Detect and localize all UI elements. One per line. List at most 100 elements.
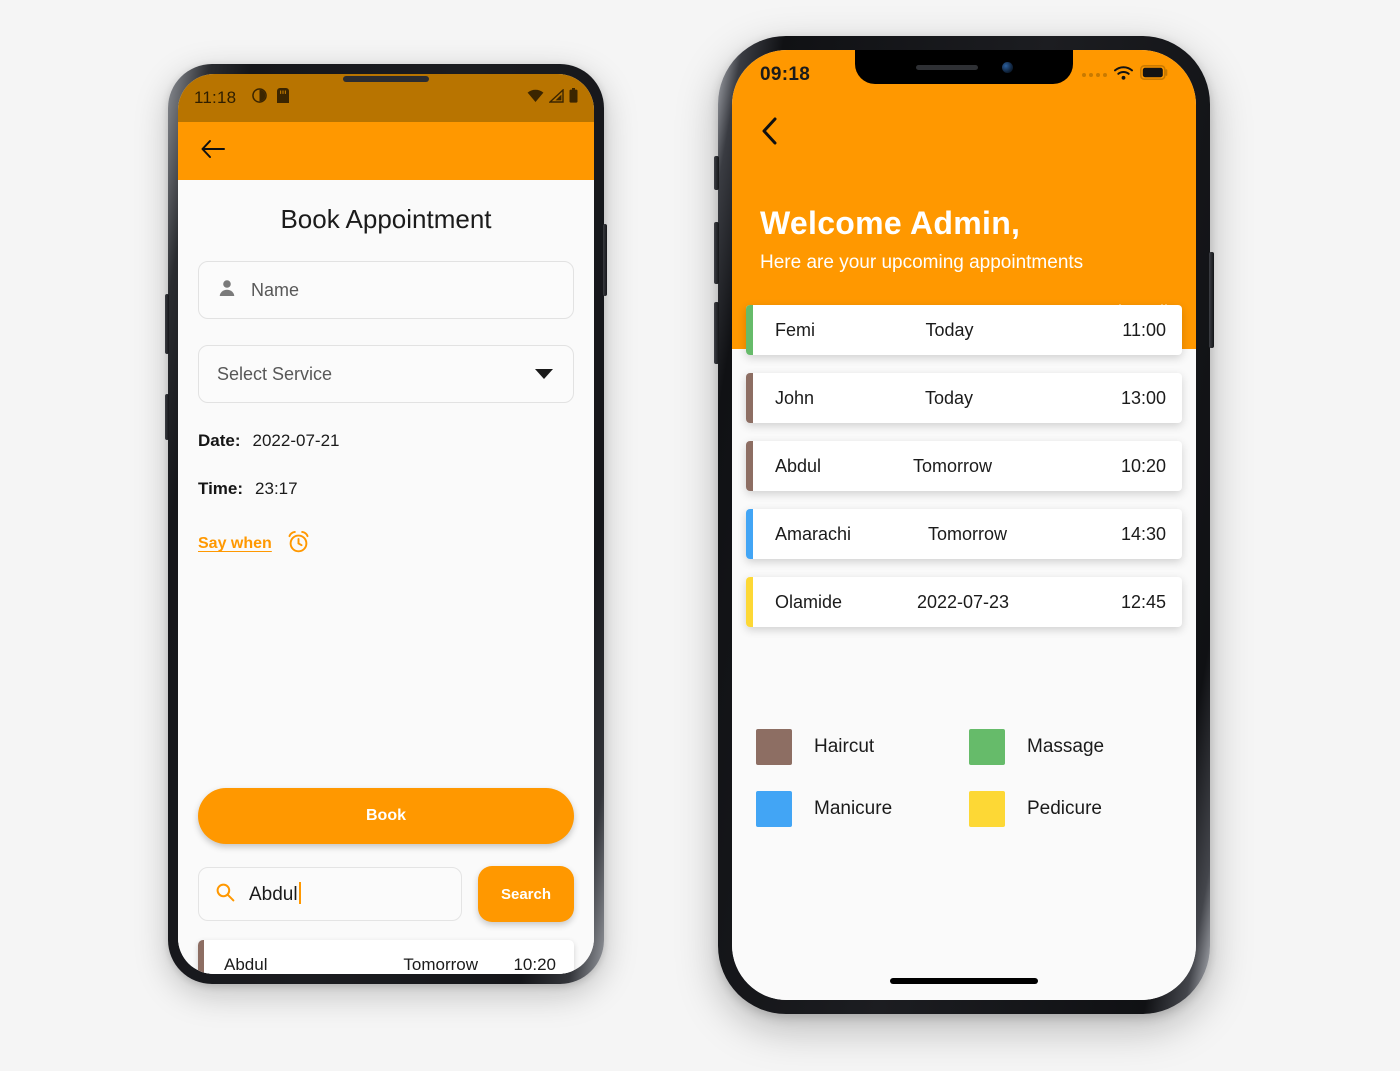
legend-label: Massage	[1027, 736, 1105, 757]
appointment-time: 13:00	[1120, 387, 1166, 408]
legend-label: Manicure	[814, 798, 893, 819]
service-color-bar	[746, 441, 753, 491]
welcome-subtitle: Here are your upcoming appointments	[760, 252, 1084, 273]
page-title: Book Appointment	[280, 204, 492, 234]
legend-item-manicure: Manicure	[756, 791, 959, 827]
search-button[interactable]: Search	[478, 866, 574, 922]
list-item[interactable]: Amarachi Tomorrow 14:30	[746, 509, 1182, 559]
appointment-content: Amarachi Tomorrow 14:30	[753, 509, 1182, 559]
service-color-bar	[746, 577, 753, 627]
android-status-right-icons	[527, 87, 578, 108]
wifi-icon	[527, 89, 544, 108]
wifi-icon	[1114, 65, 1133, 85]
time-label: Time:	[198, 479, 244, 498]
android-phone-mockup: 11:18 Book Appointment Name Select Servi…	[165, 64, 607, 984]
list-item[interactable]: John Today 13:00	[746, 373, 1182, 423]
legend-label: Pedicure	[1027, 798, 1102, 819]
say-when-row[interactable]: Say when	[198, 529, 574, 559]
android-status-left-icons	[252, 88, 290, 108]
iphone-status-right-icons	[1082, 65, 1168, 85]
search-input-value: Abdul	[249, 882, 301, 906]
android-content: Book Appointment Name Select Service Dat…	[178, 180, 594, 974]
battery-icon	[1140, 65, 1168, 85]
time-value: 23:17	[255, 479, 298, 498]
appointments-list: Femi Today 11:00 John Today 13:00 Abdul …	[746, 305, 1182, 645]
list-item[interactable]: Abdul Tomorrow 10:20	[746, 441, 1182, 491]
iphone-volume-down-button[interactable]	[714, 302, 719, 364]
time-row: Time: 23:17	[198, 479, 574, 499]
iphone-silent-switch[interactable]	[714, 156, 719, 190]
legend-swatch	[756, 729, 792, 765]
legend-label: Haircut	[814, 736, 875, 757]
android-screen: 11:18 Book Appointment Name Select Servi…	[178, 74, 594, 974]
say-when-link[interactable]: Say when	[198, 535, 272, 553]
signal-dots-icon	[1082, 73, 1107, 77]
chevron-left-icon[interactable]	[760, 116, 1168, 151]
date-row: Date: 2022-07-21	[198, 431, 574, 451]
service-legend: Haircut Massage Manicure Pedicure	[756, 729, 1172, 827]
appointment-name: Femi	[775, 319, 815, 340]
appointment-name: Amarachi	[775, 523, 852, 544]
welcome-title: Welcome Admin,	[760, 205, 1021, 241]
arrow-left-icon[interactable]	[200, 138, 226, 165]
appointment-name: Olamide	[775, 591, 843, 612]
appointment-time: 10:20	[1120, 455, 1166, 476]
iphone-volume-up-button[interactable]	[714, 222, 719, 284]
appointment-content: John Today 13:00	[753, 373, 1182, 423]
service-select-value: Select Service	[217, 363, 333, 384]
chevron-down-icon	[535, 369, 553, 379]
appointment-when: Today	[925, 387, 974, 408]
legend-swatch	[969, 791, 1005, 827]
list-item[interactable]: Olamide 2022-07-23 12:45	[746, 577, 1182, 627]
service-color-bar	[746, 509, 753, 559]
name-input[interactable]: Name	[198, 261, 574, 319]
book-button[interactable]: Book	[198, 788, 574, 844]
result-when: Tomorrow	[403, 955, 478, 974]
iphone-power-button[interactable]	[1209, 252, 1214, 348]
appointment-content: Abdul Tomorrow 10:20	[753, 441, 1182, 491]
signal-icon	[548, 87, 564, 108]
table-row[interactable]: Abdul Tomorrow 10:20	[198, 940, 574, 974]
legend-item-haircut: Haircut	[756, 729, 959, 765]
iphone-status-time: 09:18	[760, 64, 811, 85]
home-indicator[interactable]	[890, 978, 1038, 984]
search-input[interactable]: Abdul	[198, 867, 462, 921]
service-color-bar	[746, 373, 753, 423]
search-icon	[215, 882, 235, 907]
sd-card-icon	[277, 88, 290, 108]
legend-item-massage: Massage	[969, 729, 1172, 765]
appointment-time: 12:45	[1120, 591, 1166, 612]
service-select[interactable]: Select Service	[198, 345, 574, 403]
brightness-icon	[252, 88, 268, 108]
android-power-button[interactable]	[603, 224, 607, 296]
battery-icon	[569, 88, 578, 108]
alarm-clock-icon[interactable]	[286, 529, 311, 559]
appointment-name: Abdul	[775, 455, 822, 476]
result-time: 10:20	[513, 955, 556, 974]
appointment-when: Today	[925, 319, 974, 340]
text-cursor	[298, 882, 301, 904]
iphone-screen: 09:18 Welcome Admin, Here are your upcom…	[732, 50, 1196, 1000]
android-volume-up-button[interactable]	[165, 294, 169, 354]
appointment-when: Tomorrow	[913, 455, 993, 476]
android-app-bar	[178, 122, 594, 180]
screenshot-canvas: 11:18 Book Appointment Name Select Servi…	[0, 0, 1400, 1071]
list-item[interactable]: Femi Today 11:00	[746, 305, 1182, 355]
appointment-name: John	[775, 387, 815, 408]
service-color-bar	[746, 305, 753, 355]
search-row: Abdul Search	[198, 866, 574, 922]
legend-item-pedicure: Pedicure	[969, 791, 1172, 827]
iphone-mockup: 09:18 Welcome Admin, Here are your upcom…	[714, 36, 1214, 1014]
android-volume-down-button[interactable]	[165, 394, 169, 440]
name-input-placeholder: Name	[251, 279, 300, 300]
earpiece-speaker	[343, 76, 429, 82]
front-camera-icon	[1001, 61, 1013, 73]
search-results-list: Abdul Tomorrow 10:20 Abdul Tomorrow 11:1…	[198, 940, 574, 974]
appointment-when: 2022-07-23	[916, 591, 1010, 612]
legend-swatch	[969, 729, 1005, 765]
appointment-time: 11:00	[1122, 319, 1166, 340]
iphone-notch	[855, 50, 1073, 84]
appointment-content: Olamide 2022-07-23 12:45	[753, 577, 1182, 627]
earpiece-speaker	[915, 64, 978, 70]
date-value: 2022-07-21	[252, 431, 340, 450]
